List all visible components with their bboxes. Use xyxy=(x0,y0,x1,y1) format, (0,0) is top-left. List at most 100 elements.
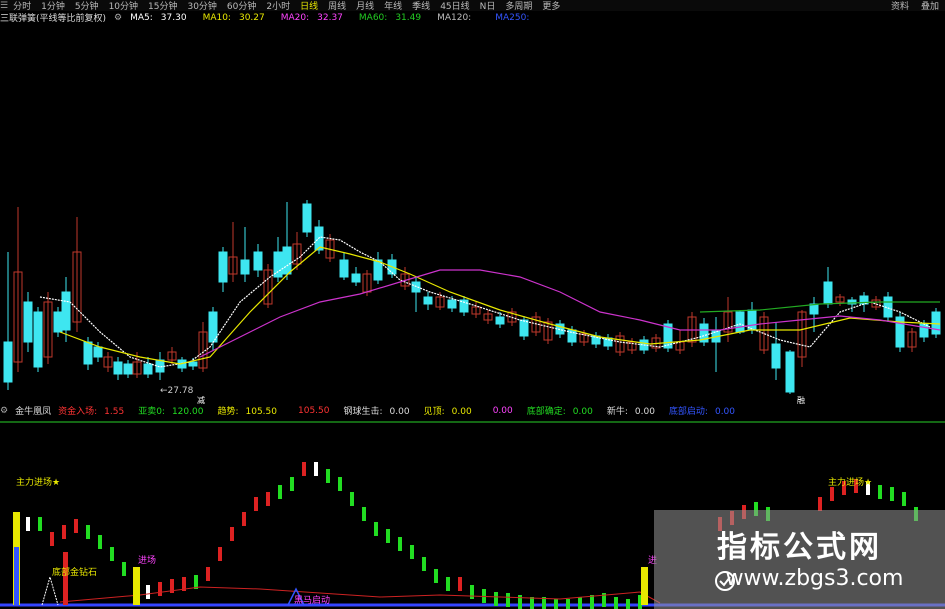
tab-6[interactable]: 60分钟 xyxy=(222,0,261,11)
trend-bar xyxy=(410,545,414,559)
candlestick-chart[interactable]: ←27.78减 融 xyxy=(0,12,945,404)
candle-body xyxy=(302,203,312,233)
indicator-label: 底部启动: xyxy=(668,407,708,416)
entry-label: 进场 xyxy=(138,555,156,566)
trend-bar xyxy=(74,519,78,533)
indicator-item-9: 底部启动: 0.00 xyxy=(669,405,742,416)
trend-bar xyxy=(386,529,390,543)
candle xyxy=(143,357,153,378)
tab-2[interactable]: 5分钟 xyxy=(70,0,104,11)
indicator-value: 105.50 xyxy=(245,407,278,416)
candle xyxy=(907,328,917,352)
indicator-settings-icon[interactable]: ⚙ xyxy=(0,406,8,416)
signal-bar xyxy=(133,567,140,605)
trend-bar xyxy=(38,517,42,531)
indicator-item-5: 见顶: 0.00 xyxy=(424,405,479,416)
candle xyxy=(615,332,625,356)
indicator-label: 底部确定: xyxy=(526,407,566,416)
trend-bar xyxy=(278,485,282,499)
trend-bar xyxy=(242,512,246,526)
tab-11[interactable]: 年线 xyxy=(379,0,407,11)
trend-bar xyxy=(902,492,906,506)
candle-body xyxy=(447,299,457,309)
trend-bar xyxy=(590,595,594,609)
candle-body xyxy=(155,359,165,373)
tab-5[interactable]: 30分钟 xyxy=(182,0,221,11)
indicator-item-0: 资金入场: 1.55 xyxy=(58,405,131,416)
candle xyxy=(519,316,529,340)
tab-4[interactable]: 15分钟 xyxy=(143,0,182,11)
candle xyxy=(61,277,71,342)
trend-bar xyxy=(290,477,294,491)
tab-12[interactable]: 季线 xyxy=(407,0,435,11)
signal-bar-red xyxy=(63,552,68,605)
candle xyxy=(895,312,905,352)
candle-body xyxy=(931,311,941,335)
indicator-item-8: 新牛: 0.00 xyxy=(607,405,662,416)
trend-bar xyxy=(626,599,630,609)
tab-16[interactable]: 更多 xyxy=(537,0,565,11)
trend-bar xyxy=(578,597,582,609)
main-force-entry-label: 主力进场★ xyxy=(16,476,60,488)
indicator-item-7: 底部确定: 0.00 xyxy=(527,405,600,416)
candle-body xyxy=(93,346,103,358)
candle xyxy=(627,338,637,354)
tab-13[interactable]: 45日线 xyxy=(435,0,474,11)
candle xyxy=(273,237,283,282)
candle-body xyxy=(253,251,263,271)
candle-body xyxy=(495,316,505,325)
tab-1[interactable]: 1分钟 xyxy=(36,0,70,11)
candle xyxy=(23,292,33,352)
trend-bar xyxy=(614,597,618,609)
toolbar-right-item-1[interactable]: 叠加 xyxy=(915,0,945,11)
tab-9[interactable]: 周线 xyxy=(323,0,351,11)
toolbar-right-item-0[interactable]: 资料 xyxy=(885,0,915,11)
candle xyxy=(771,322,781,380)
trend-bar xyxy=(218,547,222,561)
candle xyxy=(835,294,845,306)
candle-body xyxy=(351,273,361,283)
tab-14[interactable]: N日 xyxy=(475,0,501,11)
candle xyxy=(603,334,613,350)
menu-icon[interactable]: ☰ xyxy=(0,1,8,11)
candle-body xyxy=(423,296,433,305)
indicator-value: 1.55 xyxy=(104,407,125,416)
indicator-value: 0.00 xyxy=(389,407,410,416)
tab-3[interactable]: 10分钟 xyxy=(104,0,143,11)
indicator-label: 见顶: xyxy=(423,407,445,416)
candle xyxy=(411,276,421,312)
tab-8[interactable]: 日线 xyxy=(295,0,323,11)
candle-body xyxy=(53,311,63,333)
candle xyxy=(339,252,349,280)
trend-bar xyxy=(302,462,306,476)
candle xyxy=(228,222,238,282)
tab-10[interactable]: 月线 xyxy=(351,0,379,11)
candle xyxy=(208,307,218,350)
tab-7[interactable]: 2小时 xyxy=(261,0,295,11)
indicator-item-6: 0.00 xyxy=(486,406,520,416)
ma5-line xyxy=(39,236,931,368)
diamond-marker xyxy=(41,575,59,606)
candle-body xyxy=(23,301,33,343)
trend-bar xyxy=(350,492,354,506)
trend-bar xyxy=(62,525,66,539)
candle-body xyxy=(3,341,13,383)
candle-body xyxy=(735,311,745,333)
candle xyxy=(240,227,250,282)
candle xyxy=(72,217,82,332)
tab-15[interactable]: 多周期 xyxy=(500,0,537,11)
dark-horse-start-label: 黑马启动 xyxy=(294,594,330,606)
trend-bar xyxy=(26,517,30,531)
trend-bar xyxy=(254,497,258,511)
trend-bar xyxy=(362,507,366,521)
indicator-value: 105.50 xyxy=(298,405,330,416)
indicator-label: 趋势: xyxy=(217,407,239,416)
tab-0[interactable]: 分时 xyxy=(8,0,36,11)
indicator-value: 0.00 xyxy=(634,407,655,416)
candle-body xyxy=(33,311,43,368)
trend-bar xyxy=(554,599,558,609)
candle xyxy=(663,320,673,352)
candle xyxy=(167,347,177,364)
indicator-label: 钢球生击: xyxy=(343,407,383,416)
chart-mark-b: 融 xyxy=(797,395,805,404)
